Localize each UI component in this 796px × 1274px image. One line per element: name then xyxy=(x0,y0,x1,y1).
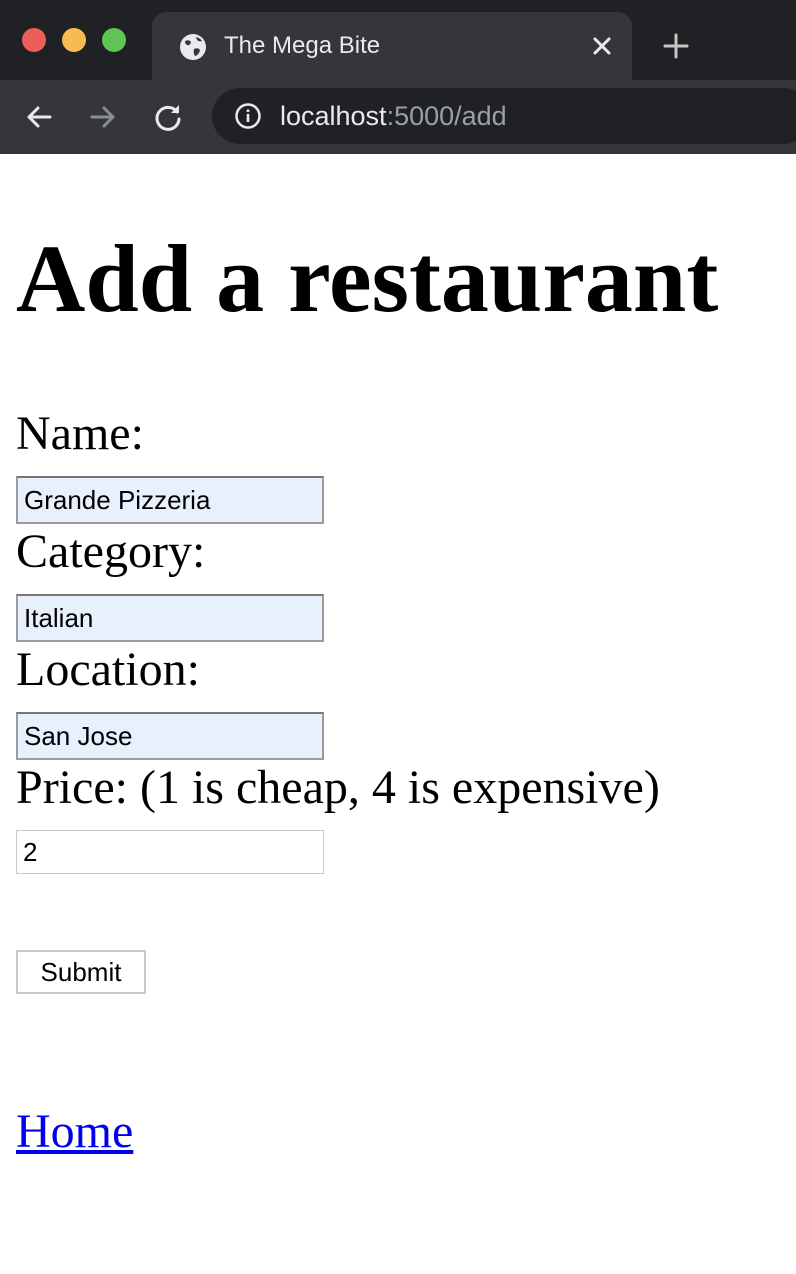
category-label: Category: xyxy=(16,525,206,578)
tab-strip: The Mega Bite xyxy=(0,0,796,80)
home-link[interactable]: Home xyxy=(16,1104,133,1160)
url-path: :5000/add xyxy=(386,101,507,131)
maximize-window-button[interactable] xyxy=(102,28,126,52)
arrow-right-icon[interactable] xyxy=(86,100,120,134)
globe-icon xyxy=(180,34,206,60)
arrow-left-icon[interactable] xyxy=(22,100,56,134)
plus-icon[interactable] xyxy=(660,30,692,62)
location-field[interactable] xyxy=(16,712,324,760)
info-icon[interactable] xyxy=(234,102,262,130)
address-bar[interactable]: localhost:5000/add xyxy=(212,88,796,144)
browser-toolbar: localhost:5000/add xyxy=(0,80,796,154)
browser-tab[interactable]: The Mega Bite xyxy=(152,12,632,80)
close-window-button[interactable] xyxy=(22,28,46,52)
name-label: Name: xyxy=(16,407,144,460)
close-icon[interactable] xyxy=(588,32,616,60)
price-label: Price: (1 is cheap, 4 is expensive) xyxy=(16,761,660,814)
category-field[interactable] xyxy=(16,594,324,642)
page-content: Add a restaurant Name: Category: Locatio… xyxy=(0,154,796,1274)
price-field[interactable] xyxy=(16,830,324,874)
minimize-window-button[interactable] xyxy=(62,28,86,52)
reload-icon[interactable] xyxy=(151,100,185,134)
browser-chrome: The Mega Bite localhost:5000/add xyxy=(0,0,796,154)
tab-title: The Mega Bite xyxy=(224,32,381,59)
url-text: localhost:5000/add xyxy=(280,100,507,132)
page-title: Add a restaurant xyxy=(16,225,719,332)
location-label: Location: xyxy=(16,643,200,696)
submit-button[interactable]: Submit xyxy=(16,950,146,994)
url-host: localhost xyxy=(280,101,387,131)
name-field[interactable] xyxy=(16,476,324,524)
